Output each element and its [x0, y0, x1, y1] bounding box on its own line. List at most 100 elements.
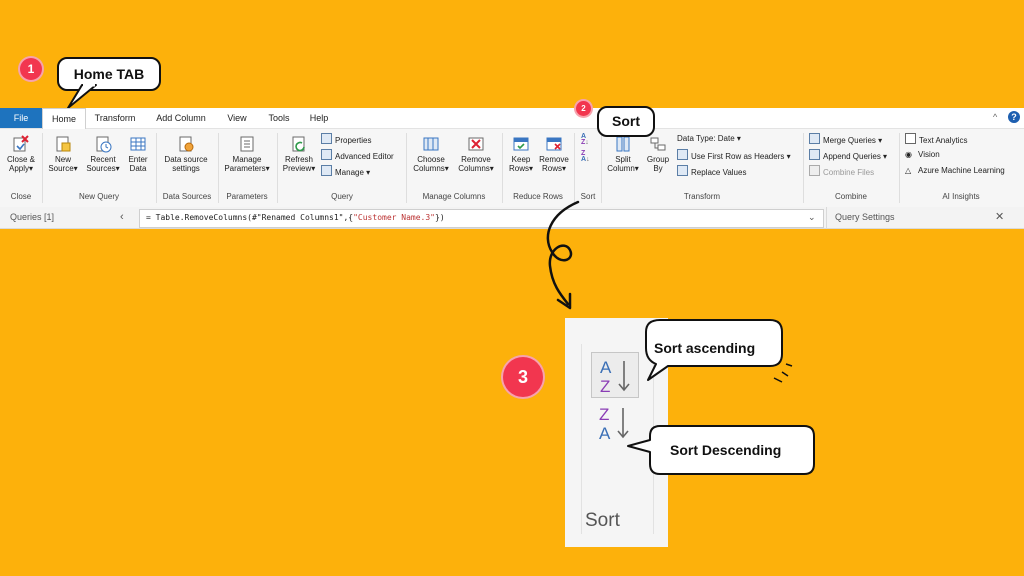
- formula-input[interactable]: = Table.RemoveColumns(#"Renamed Columns1…: [139, 209, 824, 228]
- eye-icon: ◉: [905, 150, 912, 159]
- svg-text:A: A: [599, 424, 611, 443]
- recent-sources-button[interactable]: Recent Sources▾: [84, 135, 122, 173]
- sort-ascending-button-small[interactable]: A Z↓: [581, 133, 589, 146]
- advanced-editor-button[interactable]: Advanced Editor: [321, 149, 394, 163]
- data-source-settings-icon: [179, 136, 194, 152]
- tab-add-column[interactable]: Add Column: [150, 108, 212, 128]
- flask-icon: △: [905, 166, 912, 175]
- remove-rows-button[interactable]: Remove Rows▾: [537, 135, 571, 173]
- choose-columns-button[interactable]: Choose Columns▾: [410, 135, 452, 173]
- remove-columns-icon: [468, 137, 484, 151]
- remove-columns-button[interactable]: Remove Columns▾: [454, 135, 498, 173]
- group-label-close: Close: [10, 192, 32, 201]
- step-badge-3: 3: [503, 357, 543, 397]
- replace-values-icon: [677, 165, 688, 176]
- tab-help[interactable]: Help: [304, 108, 334, 128]
- power-query-ribbon: File Home Transform Add Column View Tool…: [0, 108, 1024, 229]
- step-badge-1: 1: [20, 58, 42, 80]
- callout-sort-descending-text: Sort Descending: [670, 442, 782, 458]
- sort-descending-button-small[interactable]: Z A↓: [581, 150, 590, 163]
- group-label-query: Query: [331, 192, 353, 201]
- tab-tools[interactable]: Tools: [262, 108, 296, 128]
- text-analytics-button[interactable]: Text Analytics: [905, 133, 967, 147]
- new-source-button[interactable]: New Source▾: [46, 135, 80, 173]
- formula-text: = Table.RemoveColumns(#"Renamed Columns1…: [146, 213, 354, 222]
- first-row-headers-icon: [677, 149, 688, 160]
- combine-files-icon: [809, 165, 820, 176]
- keep-rows-button[interactable]: Keep Rows▾: [506, 135, 536, 173]
- close-query-settings-icon[interactable]: ✕: [995, 207, 1004, 228]
- callout-sort: Sort: [597, 106, 655, 137]
- choose-columns-icon: [423, 137, 439, 151]
- group-label-new-query: New Query: [78, 192, 119, 201]
- sort-ascending-icon: A Z: [600, 358, 630, 396]
- manage-icon: [321, 165, 332, 176]
- enter-data-button[interactable]: Enter Data: [124, 135, 152, 173]
- tab-transform[interactable]: Transform: [90, 108, 140, 128]
- group-by-icon: [650, 137, 666, 151]
- svg-text:Z: Z: [599, 405, 609, 424]
- group-label-data-sources: Data Sources: [162, 192, 212, 201]
- formula-suffix: }): [435, 213, 445, 222]
- vision-button[interactable]: ◉ Vision: [905, 149, 940, 161]
- svg-text:Z: Z: [600, 377, 610, 396]
- ribbon-tabs: File Home Transform Add Column View Tool…: [0, 108, 1024, 130]
- step-badge-2: 2: [576, 101, 591, 116]
- recent-sources-icon: [96, 136, 112, 153]
- ribbon-home-panel: Close & Apply▾ Close New Source▾ Recent Sou…: [0, 129, 1024, 208]
- formula-bar-row: Queries [1] ‹ ✕ ✓ fx = Table.RemoveColum…: [0, 207, 1024, 229]
- new-source-icon: [56, 136, 71, 152]
- append-queries-button[interactable]: Append Queries ▾: [809, 149, 887, 163]
- tab-file[interactable]: File: [0, 108, 42, 128]
- group-label-combine: Combine: [834, 192, 867, 201]
- data-source-settings-button[interactable]: Data source settings: [160, 135, 212, 173]
- zoom-sort-group-label: Sort: [585, 510, 620, 531]
- close-apply-button[interactable]: Close & Apply▾: [4, 135, 38, 173]
- split-column-button[interactable]: Split Column▾: [604, 135, 642, 173]
- help-icon[interactable]: ?: [1008, 111, 1020, 123]
- svg-text:A: A: [600, 358, 612, 377]
- advanced-editor-icon: [321, 149, 332, 160]
- use-first-row-as-headers-button[interactable]: Use First Row as Headers ▾: [677, 149, 791, 163]
- combine-files-button[interactable]: Combine Files: [809, 165, 874, 179]
- expand-formula-icon[interactable]: ⌄: [808, 212, 816, 223]
- merge-queries-icon: [809, 133, 820, 144]
- manage-button[interactable]: Manage ▾: [321, 165, 370, 179]
- formula-string: "Customer Name.3": [353, 213, 435, 222]
- collapse-ribbon-icon[interactable]: ^: [993, 112, 997, 122]
- split-column-icon: [616, 136, 630, 152]
- queries-pane-header[interactable]: Queries [1] ‹: [0, 207, 135, 228]
- refresh-preview-button[interactable]: Refresh Preview▾: [281, 135, 317, 173]
- group-by-button[interactable]: Group By: [644, 135, 672, 173]
- collapse-queries-icon[interactable]: ‹: [120, 207, 124, 228]
- group-label-parameters: Parameters: [226, 192, 268, 201]
- remove-rows-icon: [546, 137, 562, 151]
- properties-button[interactable]: Properties: [321, 133, 371, 147]
- query-settings-title: Query Settings: [835, 212, 895, 222]
- tab-view[interactable]: View: [220, 108, 254, 128]
- azure-ml-button[interactable]: △ Azure Machine Learning: [905, 165, 1005, 177]
- refresh-icon: [292, 136, 305, 152]
- tab-home[interactable]: Home: [42, 108, 86, 130]
- replace-values-button[interactable]: Replace Values: [677, 165, 746, 179]
- queries-label: Queries [1]: [10, 212, 55, 222]
- close-apply-icon: [13, 135, 29, 152]
- curly-arrow: [546, 200, 580, 310]
- merge-queries-button[interactable]: Merge Queries ▾: [809, 133, 882, 147]
- keep-rows-icon: [513, 137, 529, 151]
- manage-parameters-icon: [240, 136, 254, 152]
- group-label-manage-columns: Manage Columns: [422, 192, 486, 201]
- enter-data-icon: [130, 137, 146, 151]
- group-label-ai-insights: AI Insights: [942, 192, 980, 201]
- manage-parameters-button[interactable]: Manage Parameters▾: [222, 135, 272, 173]
- text-analytics-icon: [905, 133, 916, 144]
- data-type-dropdown[interactable]: Data Type: Date ▾: [677, 133, 741, 145]
- callout-home-tab-text: Home TAB: [73, 66, 145, 82]
- append-queries-icon: [809, 149, 820, 160]
- properties-icon: [321, 133, 332, 144]
- sort-ascending-button[interactable]: A Z: [591, 352, 639, 398]
- callout-sort-ascending-text: Sort ascending: [654, 340, 756, 356]
- group-label-transform: Transform: [683, 192, 721, 201]
- callout-sort-text: Sort: [612, 113, 640, 129]
- query-settings-header: Query Settings ✕: [826, 207, 1024, 228]
